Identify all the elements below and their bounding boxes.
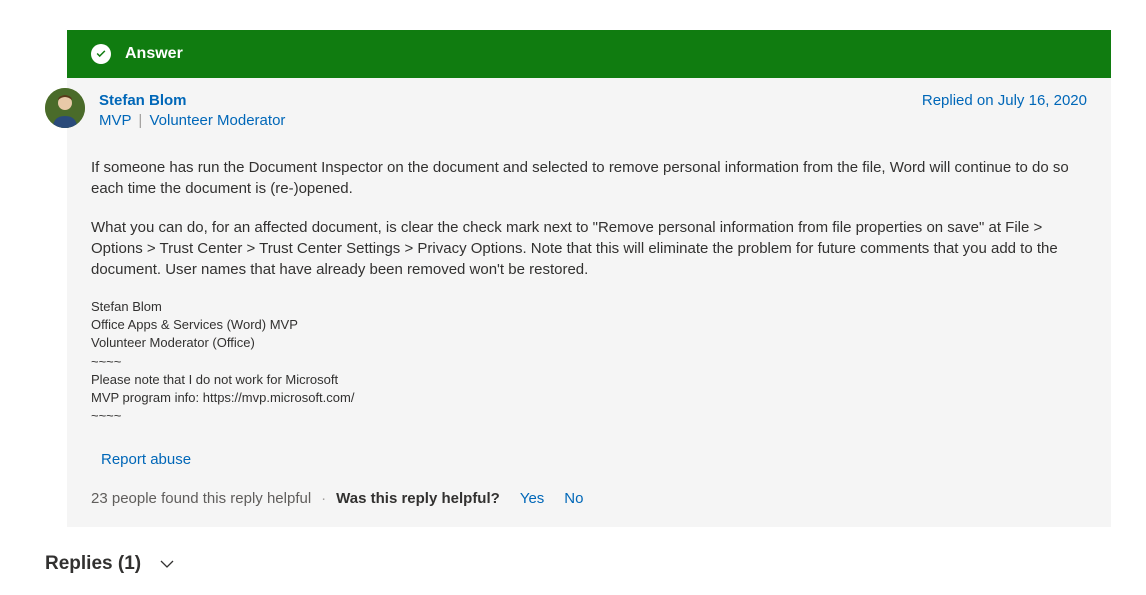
author-title-moderator-link[interactable]: Volunteer Moderator [149, 112, 285, 129]
signature-line: Office Apps & Services (Word) MVP [91, 316, 1087, 334]
author-name-link[interactable]: Stefan Blom [99, 92, 285, 109]
avatar[interactable] [45, 88, 85, 128]
chevron-down-icon [159, 556, 175, 572]
replies-toggle[interactable]: Replies (1) [45, 553, 1111, 575]
check-circle-icon [91, 44, 111, 64]
title-separator: | [138, 112, 142, 129]
helpful-count: 23 people found this reply helpful [91, 490, 311, 507]
helpful-no-button[interactable]: No [564, 490, 583, 507]
signature-line: Please note that I do not work for Micro… [91, 371, 1087, 389]
signature-line: Volunteer Moderator (Office) [91, 334, 1087, 352]
replies-label: Replies (1) [45, 553, 141, 575]
signature-line: ~~~~ [91, 407, 1087, 425]
signature-line: ~~~~ [91, 353, 1087, 371]
signature-line: MVP program info: https://mvp.microsoft.… [91, 389, 1087, 407]
replied-date: Replied on July 16, 2020 [922, 92, 1087, 109]
content-paragraph: If someone has run the Document Inspecto… [91, 157, 1087, 199]
helpful-row: 23 people found this reply helpful · Was… [91, 490, 1087, 507]
report-abuse-link[interactable]: Report abuse [101, 451, 191, 468]
answer-content: If someone has run the Document Inspecto… [91, 157, 1087, 280]
separator-dot: · [321, 490, 326, 507]
helpful-yes-button[interactable]: Yes [520, 490, 544, 507]
signature-block: Stefan Blom Office Apps & Services (Word… [91, 298, 1087, 425]
signature-line: Stefan Blom [91, 298, 1087, 316]
helpful-question: Was this reply helpful? [336, 490, 500, 507]
answer-banner: Answer [67, 30, 1111, 78]
answer-banner-label: Answer [125, 45, 183, 63]
author-title-mvp-link[interactable]: MVP [99, 112, 131, 129]
content-paragraph: What you can do, for an affected documen… [91, 217, 1087, 280]
answer-body: Stefan Blom MVP | Volunteer Moderator Re… [67, 78, 1111, 527]
